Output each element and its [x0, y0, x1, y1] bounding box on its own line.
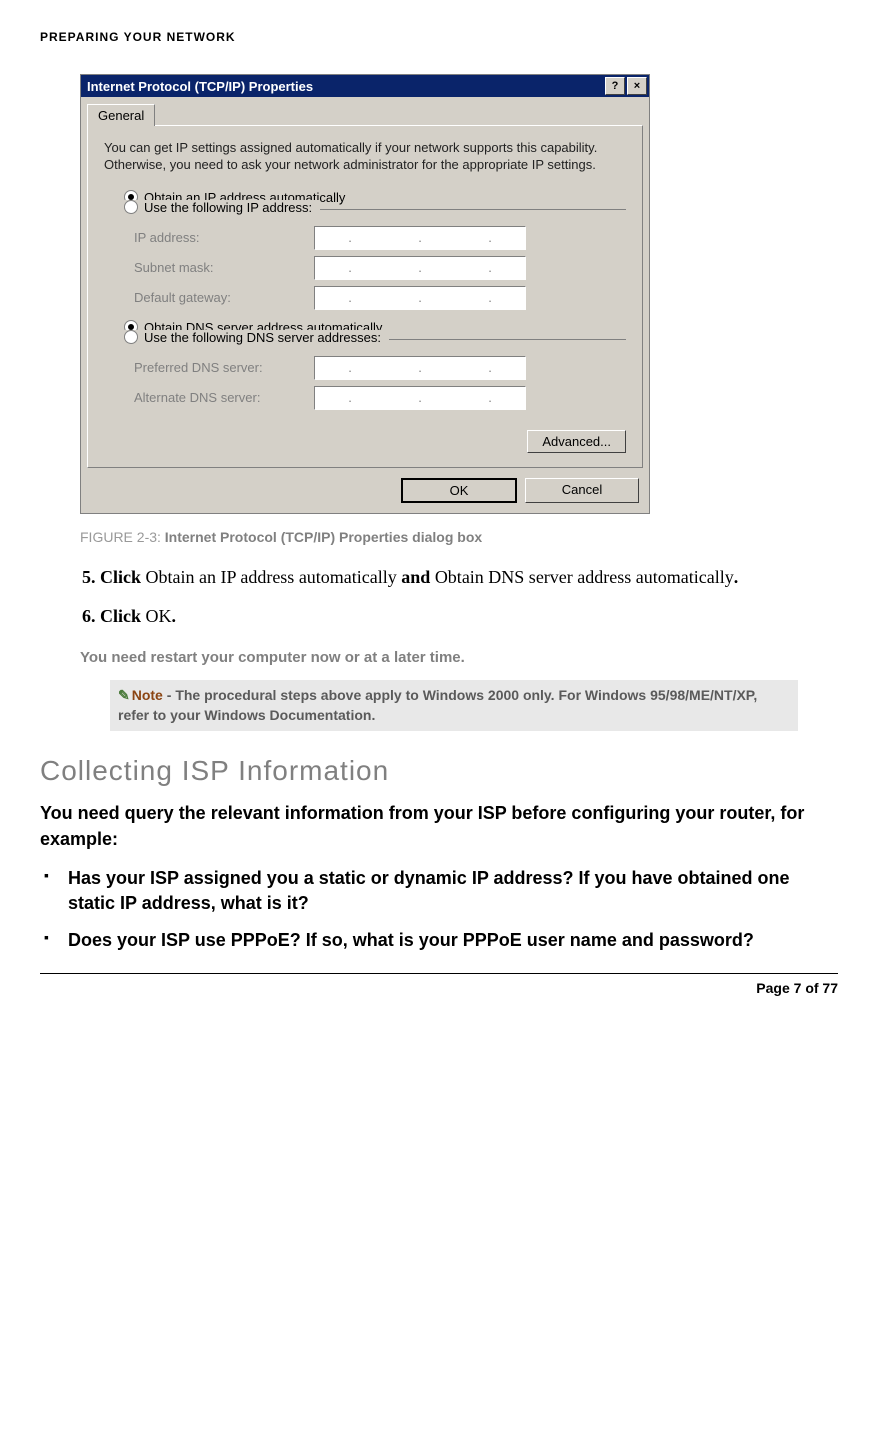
field-label: IP address: — [134, 230, 314, 245]
titlebar: Internet Protocol (TCP/IP) Properties ? … — [81, 75, 649, 97]
note-sep: - — [163, 687, 175, 703]
titlebar-text: Internet Protocol (TCP/IP) Properties — [87, 79, 603, 94]
alternate-dns-input[interactable]: ... — [314, 386, 526, 410]
step-bold: and — [401, 567, 430, 587]
restart-note: You need restart your computer now or at… — [80, 649, 838, 666]
field-label: Subnet mask: — [134, 260, 314, 275]
step-5: Click Obtain an IP address automatically… — [100, 565, 798, 590]
step-6: Click OK. — [100, 604, 798, 629]
cancel-button[interactable]: Cancel — [525, 478, 639, 503]
radio-manual-ip-label[interactable]: Use the following IP address: — [144, 200, 312, 215]
page-footer: Page 7 of 77 — [40, 973, 838, 996]
step-punct: . — [172, 606, 177, 626]
dialog-buttons: OK Cancel — [81, 468, 649, 513]
radio-icon[interactable] — [124, 200, 138, 214]
tab-strip: General — [81, 97, 649, 125]
advanced-button[interactable]: Advanced... — [527, 430, 626, 453]
tcpip-properties-dialog: Internet Protocol (TCP/IP) Properties ? … — [80, 74, 650, 514]
isp-questions: Has your ISP assigned you a static or dy… — [40, 866, 838, 954]
step-punct: . — [734, 567, 739, 587]
note-label: Note — [132, 687, 163, 703]
manual-ip-group: Use the following IP address: IP address… — [134, 209, 626, 310]
field-label: Alternate DNS server: — [134, 390, 314, 405]
step-bold: Click — [100, 606, 141, 626]
figure-text: Internet Protocol (TCP/IP) Properties di… — [165, 529, 482, 545]
subnet-mask-row: Subnet mask: ... — [134, 256, 626, 280]
step-text: Obtain DNS server address automatically — [430, 567, 733, 587]
subnet-mask-input[interactable]: ... — [314, 256, 526, 280]
section-heading: Collecting ISP Information — [40, 755, 838, 787]
alternate-dns-row: Alternate DNS server: ... — [134, 386, 626, 410]
tab-general[interactable]: General — [87, 104, 155, 126]
field-label: Default gateway: — [134, 290, 314, 305]
radio-manual-dns-label[interactable]: Use the following DNS server addresses: — [144, 330, 381, 345]
default-gateway-input[interactable]: ... — [314, 286, 526, 310]
figure-label: FIGURE 2-3: — [80, 529, 161, 545]
note-text: The procedural steps above apply to Wind… — [118, 687, 757, 723]
dialog-screenshot: Internet Protocol (TCP/IP) Properties ? … — [80, 74, 838, 514]
list-item: Does your ISP use PPPoE? If so, what is … — [40, 928, 838, 953]
preferred-dns-input[interactable]: ... — [314, 356, 526, 380]
section-intro: You need query the relevant information … — [40, 801, 838, 851]
manual-dns-group: Use the following DNS server addresses: … — [134, 339, 626, 410]
preferred-dns-row: Preferred DNS server: ... — [134, 356, 626, 380]
help-icon[interactable]: ? — [605, 77, 625, 95]
radio-icon[interactable] — [124, 330, 138, 344]
ip-address-row: IP address: ... — [134, 226, 626, 250]
procedure-steps: Click Obtain an IP address automatically… — [100, 565, 798, 629]
close-icon[interactable]: × — [627, 77, 647, 95]
chapter-header: PREPARING YOUR NETWORK — [40, 30, 838, 44]
figure-caption: FIGURE 2-3: Internet Protocol (TCP/IP) P… — [80, 529, 838, 545]
pencil-icon: ✎ — [118, 687, 130, 703]
step-text: Obtain an IP address automatically — [141, 567, 401, 587]
field-label: Preferred DNS server: — [134, 360, 314, 375]
step-bold: Click — [100, 567, 141, 587]
default-gateway-row: Default gateway: ... — [134, 286, 626, 310]
ok-button[interactable]: OK — [401, 478, 517, 503]
intro-text: You can get IP settings assigned automat… — [104, 140, 626, 174]
tab-panel: You can get IP settings assigned automat… — [87, 125, 643, 468]
note-box: ✎Note - The procedural steps above apply… — [110, 680, 798, 731]
list-item: Has your ISP assigned you a static or dy… — [40, 866, 838, 916]
step-text: OK — [141, 606, 172, 626]
ip-address-input[interactable]: ... — [314, 226, 526, 250]
